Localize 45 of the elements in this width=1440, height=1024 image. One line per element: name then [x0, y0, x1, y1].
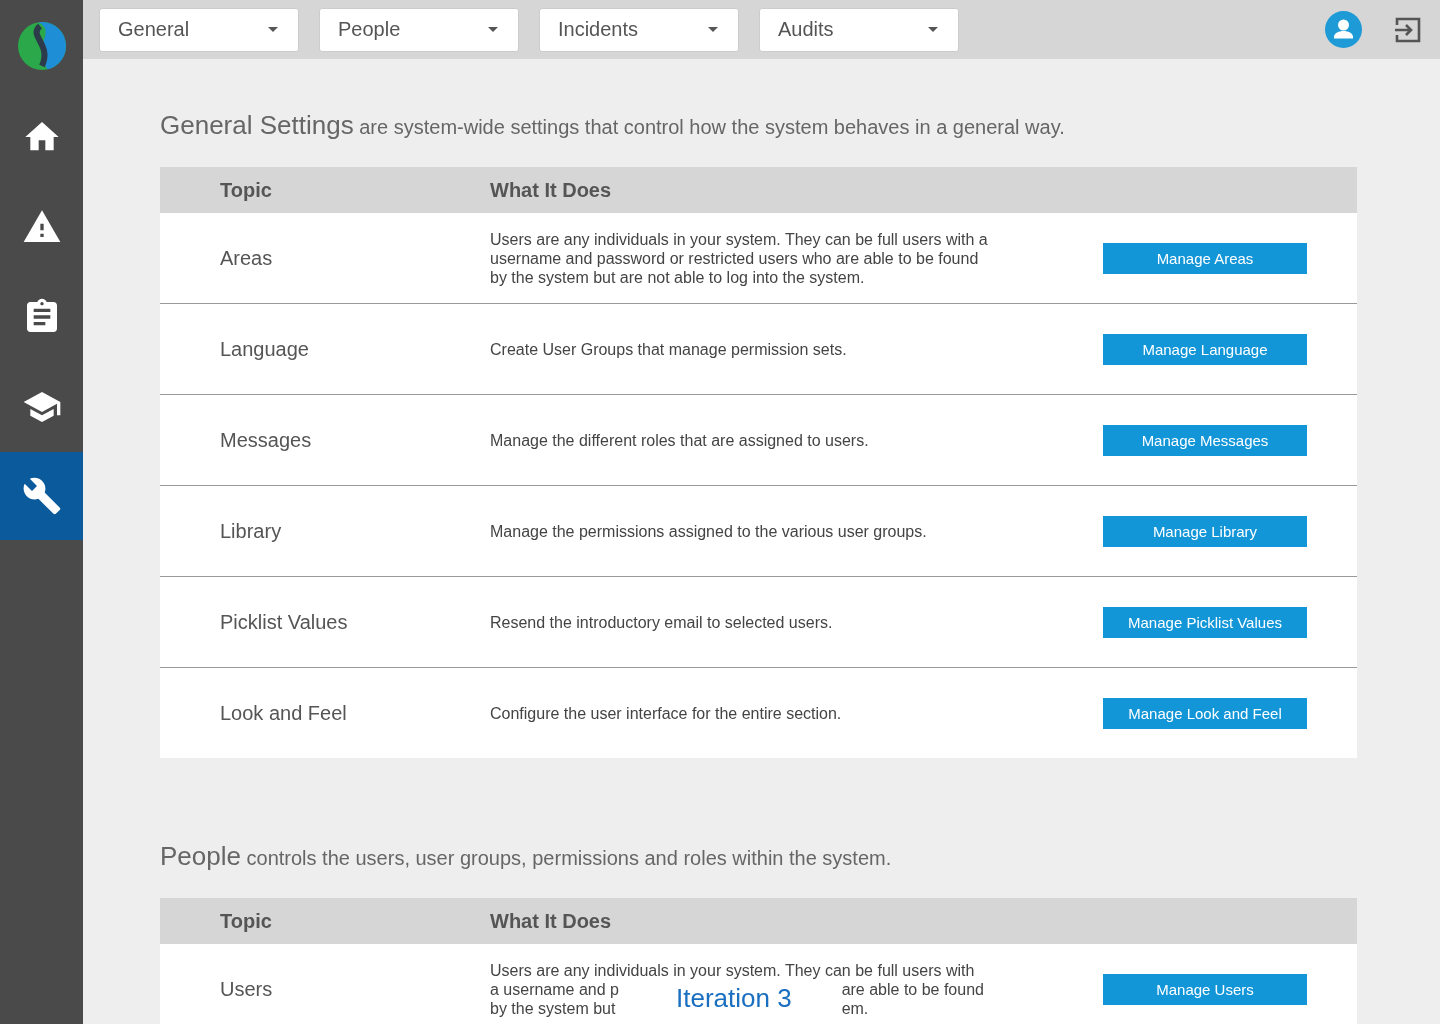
column-header: What It Does — [490, 909, 613, 933]
manage-button[interactable]: Manage Areas — [1103, 242, 1307, 274]
description-text: Users are any individuals in your system. They can be full users with — [490, 960, 976, 980]
topic-cell-text: Areas — [219, 246, 274, 270]
wrench-icon — [21, 476, 62, 516]
column-header: What It Does — [490, 178, 613, 202]
topic-cell-text: Picklist Values — [219, 610, 349, 634]
manage-button[interactable]: Manage Picklist Values — [1103, 606, 1307, 638]
topic-cell-text: Language — [219, 337, 310, 361]
description-text: Manage the permissions assigned to the various user groups. — [490, 521, 928, 541]
description-text: Create User Groups that manage permission sets. — [490, 339, 848, 359]
user-avatar-icon[interactable] — [1325, 11, 1362, 48]
column-header: Topic — [219, 178, 273, 202]
section-title: People — [160, 841, 241, 871]
caret-icon — [488, 27, 498, 32]
manage-button[interactable]: Manage Messages — [1103, 424, 1307, 456]
caret-icon — [928, 27, 938, 32]
manage-button[interactable]: Manage Users — [1103, 973, 1307, 1005]
topic-cell-text: Users — [219, 977, 274, 1001]
topic-cell-text: Look and Feel — [219, 701, 348, 725]
manage-button[interactable]: Manage Language — [1103, 333, 1307, 365]
topic-cell-text: Library — [219, 519, 283, 543]
nav-item[interactable] — [0, 452, 83, 540]
menu-dropdown[interactable]: General — [99, 7, 299, 52]
manage-button[interactable]: Manage Look and Feel — [1103, 697, 1307, 729]
description-text: em. — [841, 998, 870, 1018]
description-text: by the system but — [490, 998, 617, 1018]
description-text: are able to be found — [841, 979, 984, 999]
section-description: are system-wide settings that control how the system behaves in a general way. — [359, 116, 1065, 138]
section-description: controls the users, user groups, permissions and roles within the system. — [246, 847, 892, 869]
description-text: Users are any individuals in your system. They can be full users with a username and password or restricted users who are able to be found by the system but are not able to log into the system. — [490, 229, 989, 287]
caret-icon — [708, 27, 718, 32]
manage-button[interactable]: Manage Library — [1103, 515, 1307, 547]
topic-cell-text: Messages — [219, 428, 313, 452]
description-text: Configure the user interface for the entire section. — [490, 703, 843, 723]
menu-dropdown[interactable]: Incidents — [539, 7, 739, 52]
column-header: Topic — [219, 909, 273, 933]
description-text: Resend the introductory email to selected users. — [490, 612, 834, 632]
caret-icon — [268, 27, 278, 32]
description-text: a username and p — [490, 979, 619, 999]
menu-dropdown[interactable]: Audits — [759, 7, 959, 52]
section-title: General Settings — [160, 110, 354, 140]
menu-dropdown[interactable]: People — [319, 7, 519, 52]
description-text: Manage the different roles that are assigned to users. — [490, 430, 870, 450]
logo-icon — [17, 22, 66, 70]
